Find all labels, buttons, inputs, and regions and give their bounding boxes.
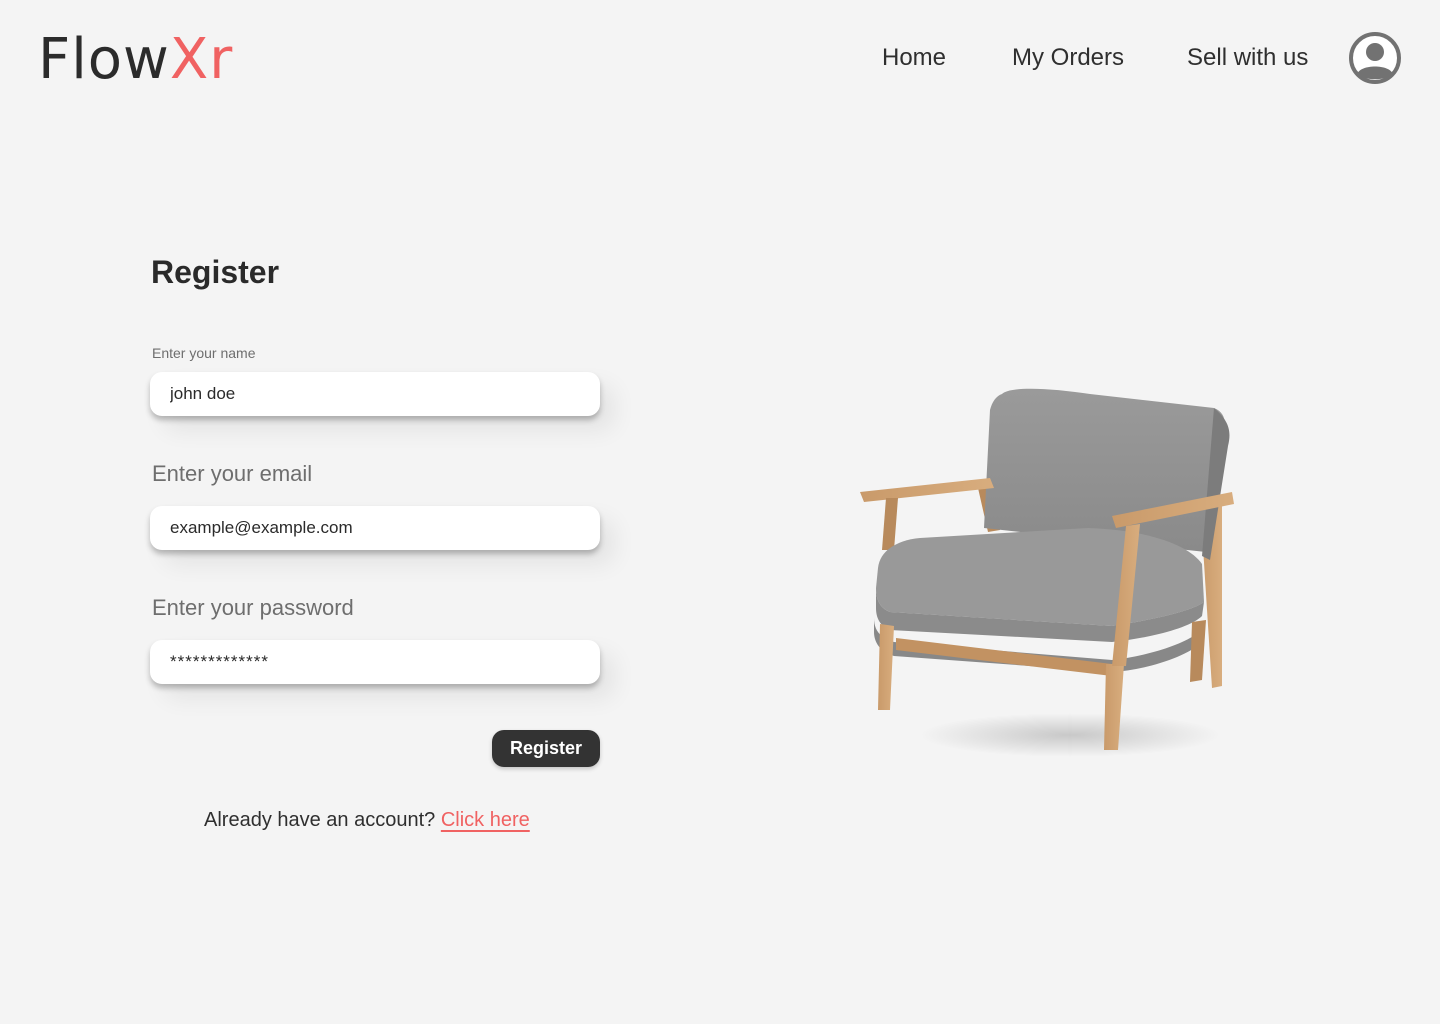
name-input[interactable]	[150, 372, 600, 416]
page-title: Register	[151, 254, 280, 290]
email-input[interactable]	[150, 506, 600, 550]
nav-sell-with-us-link[interactable]: Sell with us	[1187, 40, 1308, 76]
top-nav: Home My Orders Sell with us	[0, 40, 1440, 80]
nav-my-orders-link[interactable]: My Orders	[1012, 40, 1124, 76]
user-avatar-icon[interactable]	[1349, 32, 1401, 84]
signin-link[interactable]: Click here	[441, 809, 530, 831]
armchair-image	[850, 380, 1250, 780]
signin-prompt-text: Already have an account?	[204, 809, 436, 831]
name-label: Enter your name	[152, 345, 256, 361]
nav-home-link[interactable]: Home	[882, 40, 946, 76]
email-label: Enter your email	[152, 461, 313, 486]
register-button[interactable]: Register	[492, 730, 600, 767]
password-input[interactable]	[150, 640, 600, 684]
password-label: Enter your password	[152, 595, 354, 620]
register-page: FlowXr Home My Orders Sell with us Regis…	[0, 0, 1440, 1024]
signin-prompt: Already have an account? Click here	[204, 806, 530, 834]
